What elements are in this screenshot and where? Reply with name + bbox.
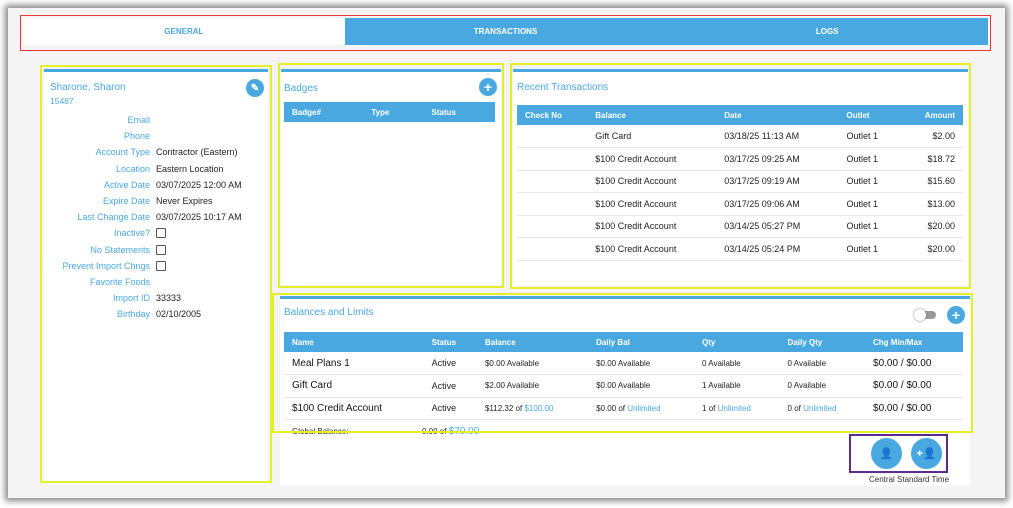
tab-general[interactable]: GENERAL [23,18,345,45]
add-user-button[interactable]: +👤 [911,438,942,469]
tab-logs[interactable]: LOGS [666,18,989,45]
user-plus-icon: +👤 [916,448,937,460]
highlight-badges [278,63,504,288]
tab-bar: GENERAL TRANSACTIONS LOGS [20,15,991,51]
highlight-balances [272,293,973,433]
search-user-button[interactable]: 👤 [871,438,902,469]
highlight-recent [510,63,971,289]
tab-transactions[interactable]: TRANSACTIONS [344,18,667,45]
user-search-icon: 👤 [879,448,894,460]
highlight-profile [40,65,272,483]
timezone-label: Central Standard Time [869,475,950,484]
